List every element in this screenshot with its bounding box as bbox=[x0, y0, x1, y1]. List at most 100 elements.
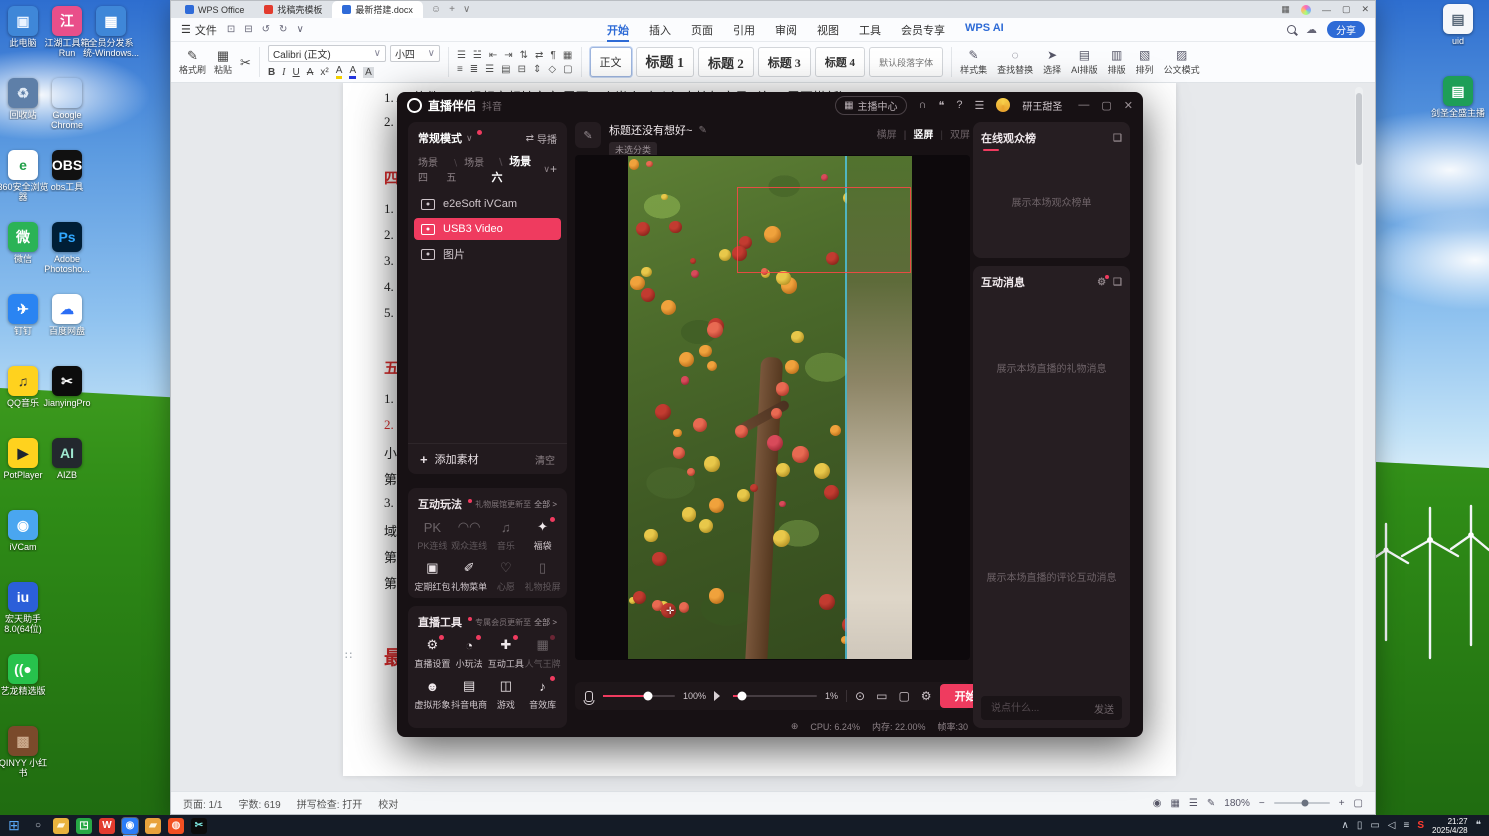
director-mode-button[interactable]: ⇄ 导播 bbox=[526, 131, 557, 146]
zoom-tool-icon[interactable]: ⊕ bbox=[791, 721, 799, 732]
popout-icon[interactable]: ❏ bbox=[1113, 133, 1122, 144]
mode-selector[interactable]: 常规模式 bbox=[418, 130, 462, 146]
cut-button[interactable]: ✂ bbox=[240, 56, 251, 69]
quick-access-icon[interactable]: ↺ bbox=[262, 24, 270, 35]
clear-button[interactable]: 清空 bbox=[535, 452, 555, 467]
ink-icon[interactable]: ✎ bbox=[1207, 798, 1215, 809]
notification-center-icon[interactable]: ❝ bbox=[1476, 820, 1481, 831]
live-tool-item[interactable]: ▤ 抖音电商 bbox=[451, 677, 488, 711]
font-format-button[interactable]: A bbox=[349, 65, 357, 79]
screen-mode-toggle[interactable]: 横屏 bbox=[877, 126, 897, 141]
control-tool-icon[interactable]: ⊙ bbox=[855, 689, 865, 703]
live-tool-item[interactable]: ⚙ 直播设置 bbox=[414, 635, 451, 670]
interactive-play-item[interactable]: PK PK连线 bbox=[414, 518, 451, 552]
paragraph-tool-icon[interactable]: ☰ bbox=[485, 64, 494, 75]
interactive-play-item[interactable]: ✐ 礼物菜单 bbox=[451, 559, 488, 593]
proofread-button[interactable]: 校对 bbox=[378, 796, 398, 811]
desktop-icon[interactable]: ▤ 剑圣全盛主播 bbox=[1431, 76, 1485, 148]
ribbon-menu-tab[interactable]: WPS AI bbox=[955, 22, 1014, 38]
layout-grid-icon[interactable]: ▦ bbox=[1281, 4, 1290, 15]
close-button[interactable]: ✕ bbox=[1124, 99, 1133, 112]
quick-access-icon[interactable]: ⊡ bbox=[227, 24, 235, 35]
style-chip[interactable]: 默认段落字体 bbox=[869, 47, 944, 77]
zoom-slider-knob[interactable] bbox=[1301, 799, 1308, 807]
desktop-icon[interactable]: ✂ JianyingPro bbox=[43, 366, 91, 438]
interactive-play-item[interactable]: ♫ 音乐 bbox=[488, 518, 525, 552]
ribbon-menu-tab[interactable]: 会员专享 bbox=[891, 22, 955, 38]
zoom-level[interactable]: 180% bbox=[1224, 798, 1250, 809]
ribbon-menu-tab[interactable]: 工具 bbox=[849, 22, 891, 38]
interactive-play-item[interactable]: ▯ 礼物投屏 bbox=[524, 559, 561, 593]
menu-icon[interactable]: ☰ bbox=[975, 99, 985, 112]
font-format-button[interactable]: I bbox=[282, 67, 285, 78]
style-chip[interactable]: 标题 4 bbox=[814, 47, 866, 77]
feedback-icon[interactable]: ❝ bbox=[938, 99, 944, 112]
control-tool-icon[interactable]: ▢ bbox=[898, 689, 909, 703]
paragraph-tool-icon[interactable]: ¶ bbox=[550, 50, 555, 61]
font-format-button[interactable]: A bbox=[307, 67, 314, 78]
viewers-tab[interactable]: 在线观众榜 bbox=[981, 130, 1036, 151]
anchor-center-button[interactable]: ▦ 主播中心 bbox=[835, 95, 907, 115]
desktop-icon[interactable]: ☁ 百度网盘 bbox=[45, 294, 89, 366]
read-mode-icon[interactable]: ◉ bbox=[1153, 798, 1162, 809]
outline-view-icon[interactable]: ☰ bbox=[1189, 798, 1198, 809]
ribbon-tool-button[interactable]: ➤ 选择 bbox=[1043, 49, 1061, 76]
ribbon-menu-tab[interactable]: 引用 bbox=[723, 22, 765, 38]
style-chip[interactable]: 标题 2 bbox=[698, 47, 754, 77]
desktop-icon[interactable]: Google Chrome bbox=[45, 78, 89, 150]
slider-knob[interactable] bbox=[643, 691, 653, 701]
output-volume-slider[interactable] bbox=[733, 691, 818, 701]
interactive-play-item[interactable]: ▣ 定期红包 bbox=[414, 559, 451, 593]
ribbon-menu-tab[interactable]: 开始 bbox=[597, 22, 639, 42]
help-icon[interactable]: ? bbox=[956, 99, 962, 111]
quick-access-icon[interactable]: ↻ bbox=[279, 24, 287, 35]
tray-icon[interactable]: ◁ bbox=[1388, 820, 1396, 831]
cloud-sync-icon[interactable]: ☁ bbox=[1306, 23, 1317, 36]
font-format-button[interactable]: A bbox=[363, 66, 374, 78]
live-tool-item[interactable]: ☻ 虚拟形象 bbox=[414, 677, 451, 711]
ribbon-menu-tab[interactable]: 插入 bbox=[639, 22, 681, 38]
paragraph-drag-handle[interactable]: ∷ bbox=[345, 649, 352, 662]
control-tool-icon[interactable]: ⚙ bbox=[921, 689, 932, 703]
live-tool-item[interactable]: ▦ 人气王牌 bbox=[524, 635, 561, 670]
taskbar-app-icon[interactable]: ▰ bbox=[53, 817, 69, 834]
spellcheck-status[interactable]: 拼写检查: 打开 bbox=[297, 796, 363, 811]
source-item[interactable]: USB3 Video bbox=[414, 218, 561, 240]
ribbon-tool-button[interactable]: ▧ 排列 bbox=[1136, 49, 1154, 76]
scene-tab[interactable]: 场景四 bbox=[418, 154, 446, 184]
send-button[interactable]: 发送 bbox=[1094, 701, 1114, 716]
interactive-play-item[interactable]: ♡ 心愿 bbox=[488, 559, 525, 593]
minimize-button[interactable]: — bbox=[1322, 5, 1331, 15]
taskbar-app-icon[interactable]: W bbox=[99, 817, 115, 834]
font-format-button[interactable]: A bbox=[335, 65, 343, 79]
desktop-icon[interactable]: ◉ iVCam bbox=[1, 510, 45, 582]
paragraph-tool-icon[interactable]: ⊟ bbox=[518, 64, 526, 75]
desktop-icon[interactable]: ▩ QINYY 小红书 bbox=[0, 726, 47, 798]
page-layout-icon[interactable]: ▦ bbox=[1170, 798, 1179, 809]
paragraph-tool-icon[interactable]: ☰ bbox=[457, 50, 466, 61]
quick-access-icon[interactable]: ∨ bbox=[296, 24, 303, 35]
view-all-link[interactable]: 全部 > bbox=[534, 499, 557, 510]
paragraph-tool-icon[interactable]: ☱ bbox=[473, 50, 482, 61]
font-format-button[interactable]: U bbox=[293, 67, 300, 78]
font-format-button[interactable]: B bbox=[268, 67, 275, 78]
interactive-play-item[interactable]: ✦ 福袋 bbox=[524, 517, 561, 552]
maximize-button[interactable]: ▢ bbox=[1101, 99, 1111, 112]
interactive-play-item[interactable]: ◠◠ 观众连线 bbox=[451, 518, 488, 552]
stream-title[interactable]: 标题还没有想好~ bbox=[609, 122, 692, 138]
ribbon-tool-button[interactable]: ✎ 样式集 bbox=[960, 49, 987, 76]
taskbar-app-icon[interactable]: ◳ bbox=[76, 817, 92, 834]
preview-canvas[interactable]: ✛ bbox=[575, 155, 970, 660]
style-chip[interactable]: 标题 3 bbox=[757, 47, 811, 77]
edit-icon[interactable]: ✎ bbox=[698, 125, 706, 136]
paragraph-tool-icon[interactable]: ⇄ bbox=[535, 50, 543, 61]
zoom-out-button[interactable]: − bbox=[1259, 798, 1265, 809]
paragraph-tool-icon[interactable]: ≡ bbox=[457, 64, 463, 75]
tray-icon[interactable]: ▭ bbox=[1370, 820, 1379, 831]
user-avatar[interactable] bbox=[996, 98, 1011, 112]
zoom-in-button[interactable]: + bbox=[1339, 798, 1345, 809]
gear-icon[interactable]: ⚙ bbox=[1097, 274, 1109, 288]
font-name-select[interactable]: Calibri (正文) ∨ bbox=[267, 45, 386, 62]
tab-list-chevron-icon[interactable]: ∨ bbox=[463, 4, 470, 15]
tray-icon[interactable]: ≡ bbox=[1404, 820, 1410, 831]
